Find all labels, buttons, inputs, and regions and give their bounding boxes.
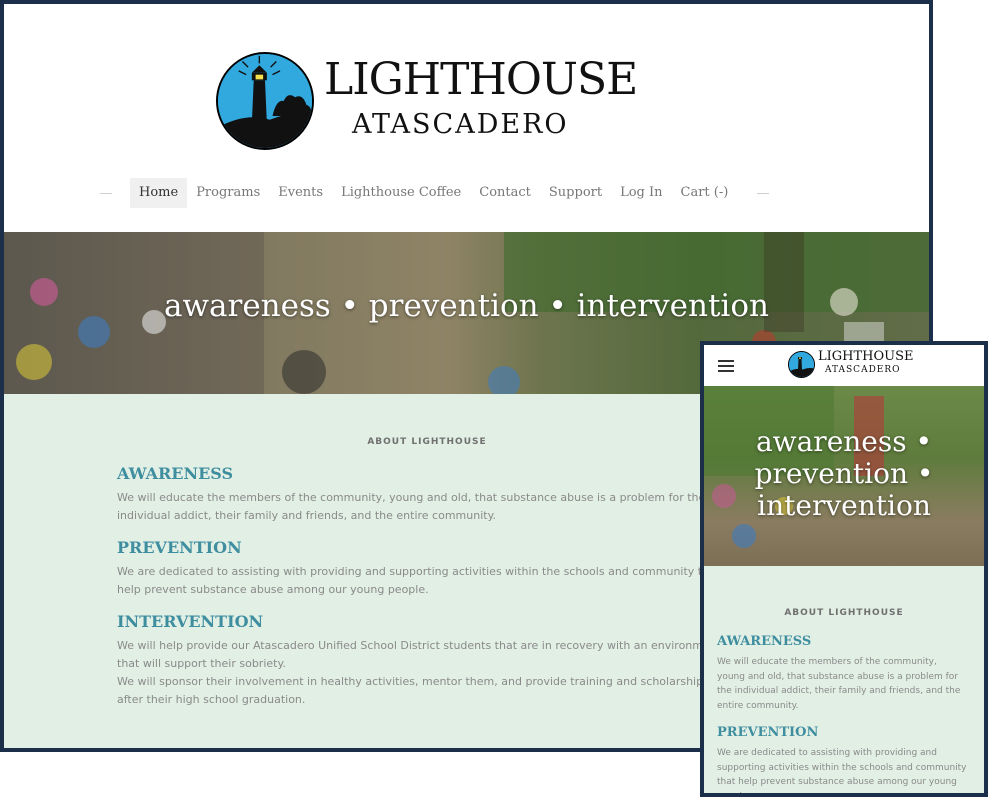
brand-subtitle: ATASCADERO [352, 109, 569, 140]
prevention-text: We are dedicated to assisting with provi… [117, 565, 721, 596]
mobile-brand-subtitle: ATASCADERO [825, 365, 901, 375]
mobile-awareness-heading: AWARENESS [717, 634, 812, 649]
awareness-heading: AWARENESS [117, 464, 234, 483]
mobile-prevention-heading: PREVENTION [717, 725, 819, 740]
prevention-heading: PREVENTION [117, 538, 242, 557]
mobile-hero-line-2: prevention • [754, 457, 934, 490]
mobile-hero-line-3: intervention [757, 489, 931, 522]
mobile-brand-title[interactable]: LIGHTHOUSE [818, 350, 914, 364]
main-nav: Home Programs Events Lighthouse Coffee C… [100, 178, 770, 208]
mobile-prevention-text: We are dedicated to assisting with provi… [717, 748, 967, 797]
mobile-awareness-text: We will educate the members of the commu… [717, 657, 961, 711]
nav-divider-left [100, 192, 112, 194]
mobile-about-label: ABOUT LIGHTHOUSE [784, 608, 904, 618]
mobile-about-section: ABOUT LIGHTHOUSE AWARENESS We will educa… [704, 566, 984, 797]
site-logo[interactable]: LIGHTHOUSE ATASCADERO [216, 52, 638, 157]
awareness-text: We will educate the members of the commu… [117, 491, 706, 522]
mobile-screenshot: LIGHTHOUSE ATASCADERO awareness • preven… [700, 341, 988, 797]
nav-item-log-in[interactable]: Log In [611, 178, 671, 208]
mobile-hero-line-1: awareness • [755, 425, 933, 458]
menu-icon[interactable] [718, 360, 734, 372]
lighthouse-logo-icon [216, 52, 314, 150]
nav-item-events[interactable]: Events [269, 178, 332, 208]
nav-item-programs[interactable]: Programs [187, 178, 269, 208]
mobile-header: LIGHTHOUSE ATASCADERO [704, 345, 984, 386]
hero-tagline: awareness • prevention • intervention [164, 288, 769, 324]
intervention-text: We will help provide our Atascadero Unif… [117, 639, 722, 670]
nav-item-contact[interactable]: Contact [470, 178, 540, 208]
nav-item-home[interactable]: Home [130, 178, 188, 208]
intervention-text-2: We will sponsor their involvement in hea… [117, 675, 709, 706]
brand-title: LIGHTHOUSE [324, 54, 638, 105]
nav-item-lighthouse-coffee[interactable]: Lighthouse Coffee [332, 178, 470, 208]
intervention-heading: INTERVENTION [117, 612, 264, 631]
nav-divider-right [757, 192, 770, 194]
nav-item-cart[interactable]: Cart (-) [672, 178, 738, 208]
site-header: LIGHTHOUSE ATASCADERO Home Programs Even… [4, 4, 929, 232]
nav-item-support[interactable]: Support [540, 178, 611, 208]
lighthouse-logo-icon[interactable] [788, 351, 815, 378]
mobile-hero-banner: awareness • prevention • intervention [704, 386, 984, 566]
mobile-hero-tagline: awareness • prevention • intervention [704, 426, 984, 522]
